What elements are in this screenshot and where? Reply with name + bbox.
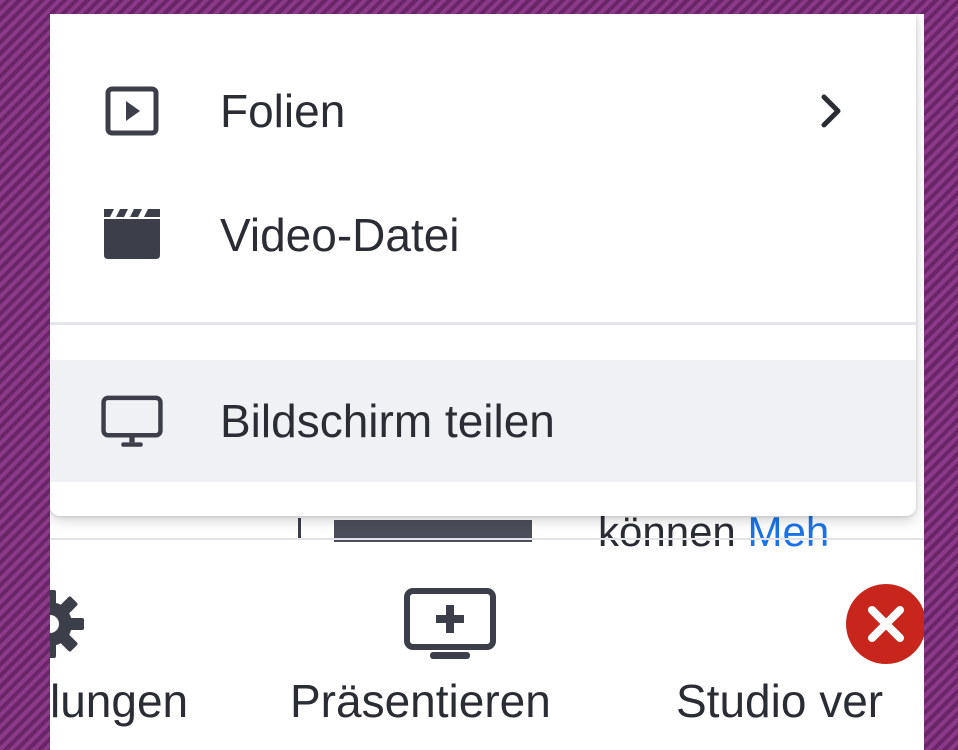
app-window: können Meh Folien Video-Datei Bildschirm… — [50, 14, 924, 750]
clapperboard-icon — [100, 203, 164, 267]
play-slides-icon — [100, 79, 164, 143]
present-screen-icon — [402, 586, 498, 666]
studio-label: Studio ver — [676, 675, 884, 727]
menu-item-video-datei[interactable]: Video-Datei — [50, 180, 916, 290]
monitor-icon — [100, 389, 164, 453]
present-label: Präsentieren — [290, 675, 551, 727]
settings-button[interactable]: lungen — [50, 550, 240, 750]
menu-item-bildschirm-teilen[interactable]: Bildschirm teilen — [50, 360, 916, 482]
leave-studio-button[interactable]: Studio ver — [670, 550, 924, 750]
menu-separator — [50, 322, 916, 325]
close-circle-icon — [844, 582, 924, 666]
content-edge — [50, 538, 924, 540]
menu-item-label: Folien — [220, 85, 346, 137]
share-dropdown-menu: Folien Video-Datei Bildschirm teilen — [50, 14, 916, 516]
menu-item-label: Bildschirm teilen — [220, 395, 555, 447]
present-button[interactable]: Präsentieren — [286, 550, 626, 750]
settings-label: lungen — [50, 675, 189, 727]
menu-item-label: Video-Datei — [220, 209, 460, 261]
menu-item-folien[interactable]: Folien — [50, 56, 916, 166]
bottom-toolbar: lungen Präsentieren Studio ver — [50, 550, 924, 750]
content-divider — [298, 518, 301, 540]
chevron-right-icon — [812, 91, 852, 131]
gear-icon — [50, 584, 90, 664]
